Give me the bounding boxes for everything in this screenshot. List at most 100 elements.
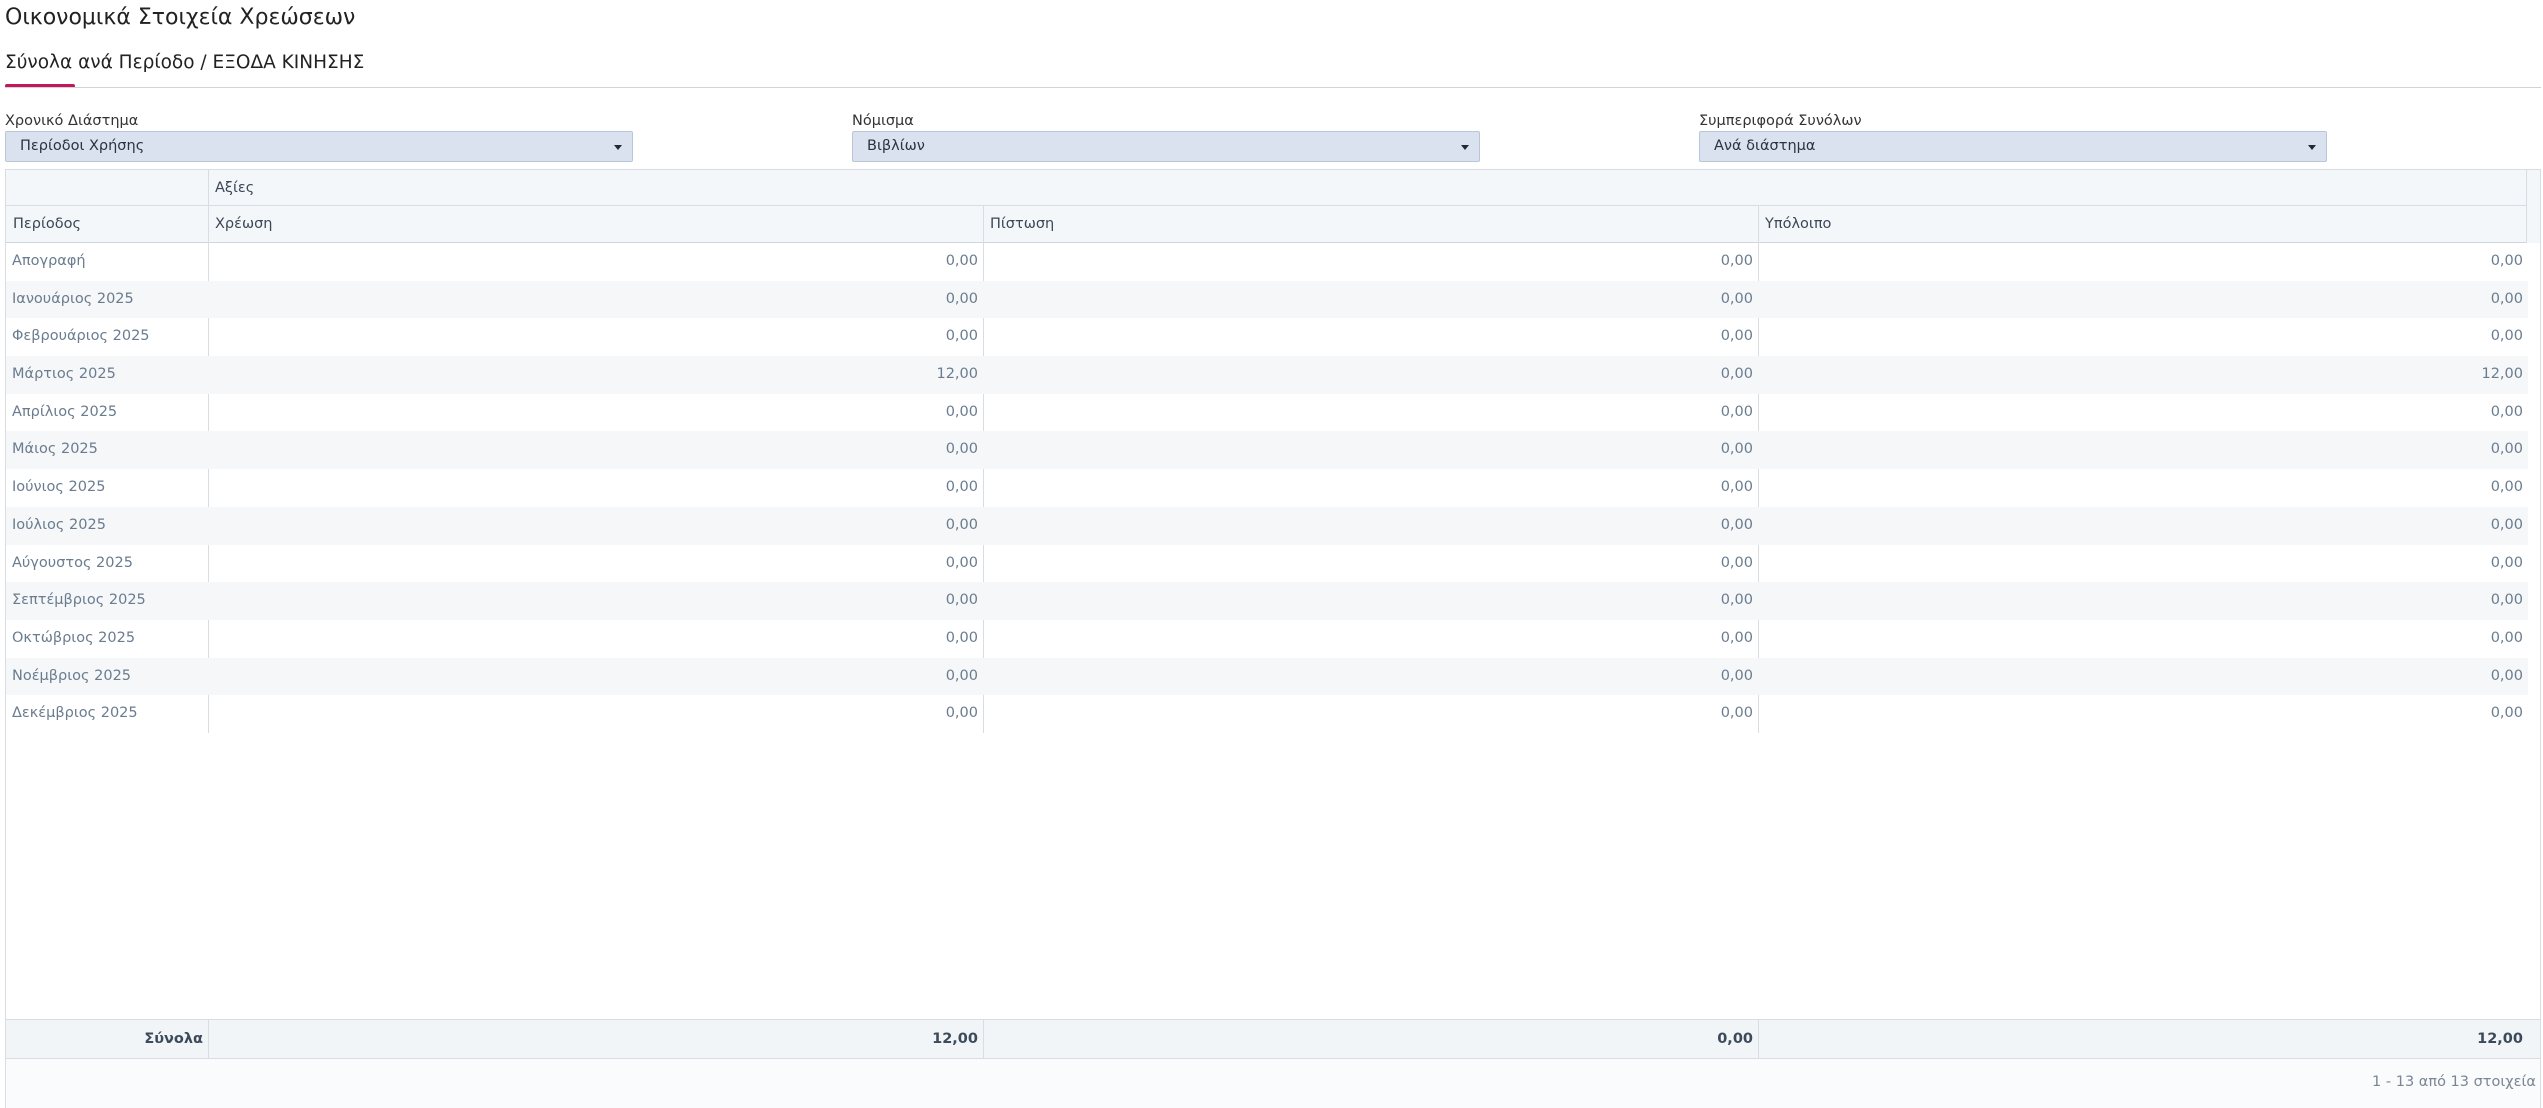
cell-period: Απογραφή [12,253,86,269]
table-row[interactable]: Φεβρουάριος 2025 0,00 0,00 0,00 [6,318,2528,356]
cell-period: Αύγουστος 2025 [12,554,133,571]
filter-time-range: Χρονικό Διάστημα Περίοδοι Χρήσης [5,112,633,162]
cell-credit: 0,00 [1720,366,1753,383]
cell-period: Μάιος 2025 [12,441,98,458]
cell-credit: 0,00 [1720,253,1753,269]
column-header-debit[interactable]: Χρέωση [208,206,983,242]
cell-debit: 0,00 [945,441,978,458]
cell-period: Ιανουάριος 2025 [12,290,134,307]
filter-totals-behavior: Συμπεριφορά Συνόλων Ανά διάστημα [1699,112,2327,162]
cell-debit: 0,00 [945,253,978,269]
column-header-period[interactable]: Περίοδος [6,206,208,242]
caret-down-icon [612,141,624,153]
cell-period: Σεπτέμβριος 2025 [12,592,146,609]
cell-balance: 0,00 [2490,667,2523,684]
totals-behavior-value: Ανά διάστημα [1714,138,1816,154]
pager-info: 1 - 13 από 13 στοιχεία [2372,1074,2536,1090]
cell-credit: 0,00 [1720,441,1753,458]
table-row[interactable]: Απογραφή 0,00 0,00 0,00 [6,243,2528,281]
cell-balance: 0,00 [2490,516,2523,533]
caret-down-icon [1459,141,1471,153]
cell-period: Φεβρουάριος 2025 [12,328,150,345]
cell-balance: 12,00 [2481,366,2523,383]
group-header-values: Αξίες [215,180,255,196]
cell-period: Νοέμβριος 2025 [12,667,132,684]
totals-label: Σύνολα [144,1031,203,1047]
time-range-select[interactable]: Περίοδοι Χρήσης [5,131,633,162]
table-row[interactable]: Οκτώβριος 2025 0,00 0,00 0,00 [6,620,2528,658]
cell-period: Απρίλιος 2025 [12,403,118,420]
page-title: Οικονομικά Στοιχεία Χρεώσεων [5,5,356,30]
cell-balance: 0,00 [2490,253,2523,269]
cell-debit: 0,00 [945,667,978,684]
grid-column-header-row: Περίοδος Χρέωση Πίστωση Υπόλοιπο [6,206,2528,243]
cell-debit: 0,00 [945,403,978,420]
cell-balance: 0,00 [2490,290,2523,307]
grid-body: Απογραφή 0,00 0,00 0,00 Ιανουάριος 2025 0,00 0… [6,243,2528,733]
cell-balance: 0,00 [2490,554,2523,571]
table-row[interactable]: Απρίλιος 2025 0,00 0,00 0,00 [6,394,2528,432]
cell-debit: 0,00 [945,516,978,533]
cell-credit: 0,00 [1720,629,1753,646]
cell-debit: 0,00 [945,290,978,307]
table-row[interactable]: Ιούνιος 2025 0,00 0,00 0,00 [6,469,2528,507]
currency-select[interactable]: Βιβλίων [852,131,1480,162]
cell-balance: 0,00 [2490,592,2523,609]
caret-down-icon [2306,141,2318,153]
totals-credit: 0,00 [1717,1031,1753,1047]
grid-header-scroll-spacer [2526,170,2540,243]
cell-credit: 0,00 [1720,516,1753,533]
cell-credit: 0,00 [1720,667,1753,684]
table-row[interactable]: Μάιος 2025 0,00 0,00 0,00 [6,431,2528,470]
table-row[interactable]: Σεπτέμβριος 2025 0,00 0,00 0,00 [6,582,2528,620]
cell-debit: 0,00 [945,554,978,571]
cell-debit: 0,00 [945,328,978,345]
cell-balance: 0,00 [2490,441,2523,458]
cell-credit: 0,00 [1720,403,1753,420]
cell-period: Οκτώβριος 2025 [12,629,136,646]
grid-group-header-row: Αξίες [6,170,2528,206]
cell-debit: 0,00 [945,705,978,722]
cell-credit: 0,00 [1720,328,1753,345]
cell-debit: 0,00 [945,592,978,609]
cell-credit: 0,00 [1720,705,1753,722]
column-header-balance[interactable]: Υπόλοιπο [1758,206,2528,242]
column-divider [1758,1020,1759,1058]
currency-value: Βιβλίων [867,138,925,154]
filter-totals-behavior-label: Συμπεριφορά Συνόλων [1699,113,1862,129]
totals-balance: 12,00 [2477,1031,2523,1047]
column-divider [983,1020,984,1058]
header-divider [5,87,2541,88]
time-range-value: Περίοδοι Χρήσης [20,138,145,154]
table-row[interactable]: Νοέμβριος 2025 0,00 0,00 0,00 [6,657,2528,696]
table-row[interactable]: Μάρτιος 2025 12,00 0,00 12,00 [6,356,2528,394]
column-header-credit[interactable]: Πίστωση [983,206,1758,242]
cell-debit: 12,00 [936,366,978,383]
cell-credit: 0,00 [1720,479,1753,496]
filter-currency: Νόμισμα Βιβλίων [852,112,1480,162]
cell-balance: 0,00 [2490,629,2523,646]
cell-period: Ιούνιος 2025 [12,479,106,496]
table-row[interactable]: Ιούλιος 2025 0,00 0,00 0,00 [6,506,2528,545]
cell-debit: 0,00 [945,629,978,646]
cell-period: Ιούλιος 2025 [12,516,106,533]
filter-currency-label: Νόμισμα [852,113,914,129]
cell-period: Δεκέμβριος 2025 [12,705,138,722]
column-divider [208,1020,209,1058]
cell-balance: 0,00 [2490,328,2523,345]
cell-balance: 0,00 [2490,705,2523,722]
cell-balance: 0,00 [2490,479,2523,496]
table-row[interactable]: Αύγουστος 2025 0,00 0,00 0,00 [6,545,2528,583]
totals-grid: Αξίες Περίοδος Χρέωση Πίστωση Υπόλοιπο Α… [5,169,2541,1108]
cell-credit: 0,00 [1720,290,1753,307]
filter-time-range-label: Χρονικό Διάστημα [5,113,139,129]
table-row[interactable]: Ιανουάριος 2025 0,00 0,00 0,00 [6,280,2528,319]
cell-debit: 0,00 [945,479,978,496]
totals-debit: 12,00 [932,1031,978,1047]
table-row[interactable]: Δεκέμβριος 2025 0,00 0,00 0,00 [6,695,2528,733]
section-tab-title: Σύνολα ανά Περίοδο / ΕΞΟΔΑ ΚΙΝΗΣΗΣ [5,52,365,73]
cell-period: Μάρτιος 2025 [12,366,116,383]
cell-credit: 0,00 [1720,592,1753,609]
cell-balance: 0,00 [2490,403,2523,420]
totals-behavior-select[interactable]: Ανά διάστημα [1699,131,2327,162]
